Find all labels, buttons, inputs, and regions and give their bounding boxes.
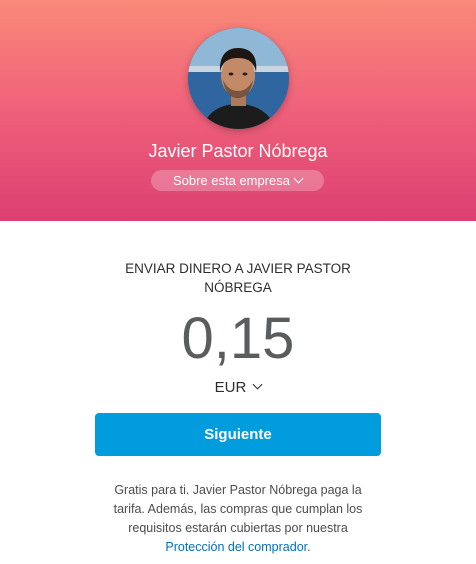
chevron-down-icon <box>293 173 304 184</box>
currency-selector[interactable]: EUR <box>0 378 476 398</box>
about-company-label: Sobre esta empresa <box>172 173 291 188</box>
avatar <box>188 28 289 129</box>
buyer-protection-link[interactable]: Protección del comprador <box>165 540 307 554</box>
about-company-button[interactable]: Sobre esta empresa <box>151 170 324 191</box>
fee-notice: Gratis para ti. Javier Pastor Nóbrega pa… <box>98 481 378 557</box>
currency-label: EUR <box>214 379 247 396</box>
next-button[interactable]: Siguiente <box>95 413 381 456</box>
merchant-header: Javier Pastor Nóbrega Sobre esta empresa <box>0 0 476 221</box>
fee-notice-text: Gratis para ti. Javier Pastor Nóbrega pa… <box>113 483 363 535</box>
amount-value[interactable]: 0,15 <box>0 306 476 372</box>
fee-notice-suffix: . <box>307 540 311 554</box>
merchant-name: Javier Pastor Nóbrega <box>148 141 328 161</box>
chevron-down-icon <box>252 379 263 390</box>
send-money-title: ENVIAR DINERO A JAVIER PASTOR NÓBREGA <box>125 261 351 295</box>
